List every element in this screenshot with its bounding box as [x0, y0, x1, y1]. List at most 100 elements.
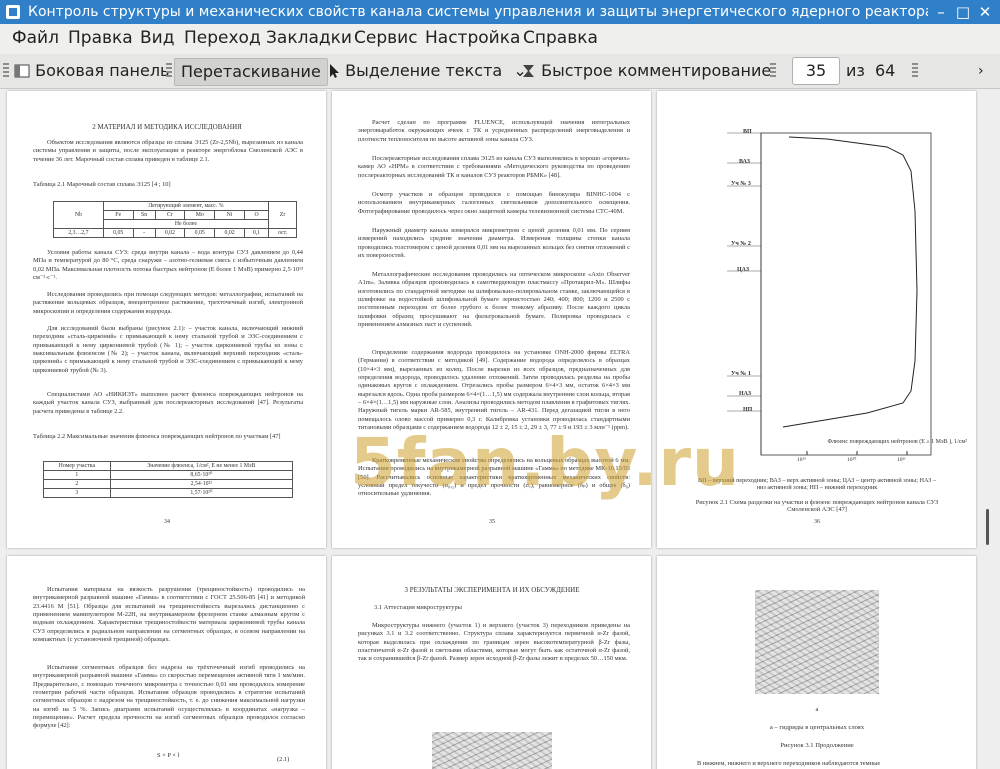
cursor-icon — [330, 64, 339, 78]
overflow-arrow-icon[interactable]: › — [978, 60, 984, 82]
sidebar-icon — [14, 64, 30, 78]
document-viewer[interactable]: 2 МАТЕРИАЛ И МЕТОДИКА ИССЛЕДОВАНИЯ Объек… — [0, 89, 1000, 769]
formula: S × P × l — [157, 752, 180, 759]
figure-letter: а — [815, 706, 819, 713]
app-icon — [6, 5, 20, 19]
paragraph: Условия работы канала СУЗ: среда внутри … — [33, 249, 303, 281]
table-cell: 2,54·10²¹ — [109, 479, 294, 489]
section-heading: 3 РЕЗУЛЬТАТЫ ЭКСПЕРИМЕНТА И ИХ ОБСУЖДЕНИ… — [404, 586, 580, 594]
composition-table: Nb Легирующий элемент, масс. % Zr Fe Sn Cr Mo… — [53, 201, 297, 238]
zone-label: Уч № 1 — [731, 371, 751, 377]
toolbar-separator — [166, 60, 172, 82]
table-cell: 0,02 — [154, 228, 186, 238]
table-cell: 0,05 — [184, 228, 216, 238]
toolbar-separator — [912, 60, 918, 82]
sidebar-button[interactable]: Боковая панель — [14, 60, 169, 82]
paragraph: Расчет сделан по программе FLUENCE, испо… — [358, 119, 630, 143]
comment-icon — [523, 65, 534, 77]
page-number-input[interactable]: 35 — [792, 57, 840, 85]
table-cell: 8,65·10²⁰ — [109, 470, 294, 480]
figure-caption: Рисунок 2.1 Схема разделки на участки и … — [695, 499, 939, 513]
table-cell: ост. — [268, 228, 297, 238]
paragraph: Испытания материала на вязкость разрушен… — [33, 586, 305, 643]
table-cell: 3 — [43, 488, 111, 498]
zone-label: Уч № 3 — [731, 181, 751, 187]
table-cell: 1,57·10²⁰ — [109, 488, 294, 498]
table-cell: 0,05 — [102, 228, 134, 238]
window-titlebar: Контроль структуры и механических свойст… — [0, 0, 1000, 24]
table-header: Номер участка — [43, 461, 111, 471]
menu-help[interactable]: Справка — [523, 28, 598, 48]
menu-view[interactable]: Вид — [140, 28, 174, 48]
table-row: 1 8,65·10²⁰ — [43, 470, 294, 480]
quick-comment-button[interactable]: Быстрое комментирование — [522, 60, 771, 82]
table-header: Значение флюенса, 1/см², Е не менее 1 Мэ… — [109, 461, 294, 471]
total-pages: 64 — [875, 61, 896, 80]
page-number: 35 — [489, 519, 495, 525]
paragraph: Определение содержания водорода проводил… — [358, 349, 630, 431]
table-cell: Легирующий элемент, масс. % — [102, 201, 270, 211]
menu-settings[interactable]: Настройка — [425, 28, 520, 48]
figure-caption: Рисунок 3.1 Продолжение — [780, 742, 854, 749]
table-cell: Не более — [102, 219, 270, 229]
watermark: 5fan.by.ru — [350, 424, 741, 501]
quick-comment-label: Быстрое комментирование — [541, 61, 772, 80]
paragraph: Исследования проводились при помощи след… — [33, 291, 303, 315]
toolbar-separator — [770, 60, 776, 82]
window-title: Контроль структуры и механических свойст… — [28, 4, 928, 20]
menu-file[interactable]: Файл — [12, 28, 59, 48]
zone-label: ВП — [743, 129, 752, 135]
page-number: 34 — [164, 519, 170, 525]
scrollbar-thumb[interactable] — [986, 509, 989, 545]
minimize-icon[interactable]: – — [932, 3, 950, 21]
figure-label: а – гидриды в центральных слоях — [769, 724, 865, 731]
page-number: 36 — [814, 519, 820, 525]
zone-label: ЦАЗ — [737, 267, 750, 273]
paragraph: Осмотр участков и образцов проводился с … — [358, 191, 630, 215]
table-cell: Zr — [268, 201, 297, 229]
menu-bookmarks[interactable]: Закладки — [266, 28, 352, 48]
table-cell: Nb — [53, 201, 104, 229]
paragraph: Испытания сегментных образцов без надрез… — [33, 664, 305, 730]
table-cell: O — [243, 210, 270, 220]
maximize-icon[interactable]: □ — [954, 3, 972, 21]
fluence-table: Номер участка Значение флюенса, 1/см², Е … — [43, 461, 294, 498]
select-text-label: Выделение текста — [345, 61, 503, 80]
page-34: 2 МАТЕРИАЛ И МЕТОДИКА ИССЛЕДОВАНИЯ Объек… — [7, 91, 326, 548]
drag-mode-label: Перетаскивание — [181, 62, 321, 81]
table-cell: Fe — [102, 210, 134, 220]
drag-mode-button[interactable]: Перетаскивание — [174, 58, 328, 86]
select-text-button[interactable]: Выделение текста ⌄ — [328, 60, 527, 82]
close-icon[interactable]: ✕ — [976, 3, 994, 21]
fluence-diagram — [727, 132, 932, 456]
table-row: 2 2,54·10²¹ — [43, 479, 294, 489]
sidebar-label: Боковая панель — [35, 61, 170, 80]
table-cell: Ni — [214, 210, 245, 220]
paragraph: Специалистами АО «НИКИЭТ» выполнен расче… — [33, 391, 303, 415]
table-cell: Cr — [154, 210, 186, 220]
table-cell: 1 — [43, 470, 111, 480]
zone-label: НП — [743, 407, 753, 413]
page-heading: 2 МАТЕРИАЛ И МЕТОДИКА ИССЛЕДОВАНИЯ — [92, 123, 242, 131]
zone-label: Уч № 2 — [731, 241, 751, 247]
table-cell: 0,1 — [243, 228, 270, 238]
table-caption: Таблица 2.2 Максимальные значения флюенс… — [33, 433, 281, 440]
toolbar-grip — [3, 60, 9, 82]
paragraph: Послереакторные исследования сплава Э125… — [358, 155, 630, 179]
subsection-heading: 3.1 Аттестация микроструктуры — [374, 604, 462, 611]
toolbar: Боковая панель Перетаскивание Выделение … — [0, 54, 1000, 89]
table-row: 3 1,57·10²⁰ — [43, 488, 294, 498]
table-cell: 2,3…2,7 — [53, 228, 104, 238]
page-39: а а – гидриды в центральных слоях Рисуно… — [657, 556, 976, 769]
paragraph: Наружный диаметр канала измерялся микром… — [358, 227, 630, 259]
table-caption: Таблица 2.1 Марочный состав сплава Э125 … — [33, 181, 171, 188]
paragraph: Микроструктуры нижнего (участок 1) и вер… — [358, 622, 630, 663]
menu-edit[interactable]: Правка — [68, 28, 133, 48]
menu-bar: Файл Правка Вид Переход Закладки Сервис … — [0, 24, 1000, 54]
paragraph: Металлографические исследования проводил… — [358, 271, 630, 328]
table-cell: - — [132, 228, 156, 238]
micrograph-image — [432, 732, 552, 769]
paragraph: Объектом исследования являются образцы и… — [33, 139, 303, 163]
menu-go[interactable]: Переход — [184, 28, 261, 48]
menu-tools[interactable]: Сервис — [354, 28, 418, 48]
